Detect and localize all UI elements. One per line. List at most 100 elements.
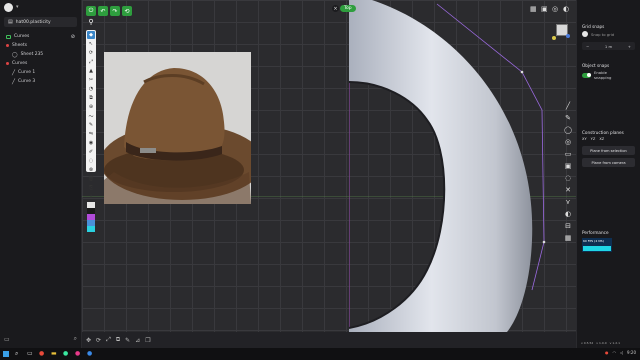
select-tool-icon[interactable]: ◆ — [87, 31, 95, 39]
reference-image[interactable] — [104, 52, 251, 204]
control-point[interactable] — [520, 70, 524, 74]
plus-icon[interactable]: + — [628, 44, 631, 49]
explorer-icon[interactable]: ▬ — [51, 351, 57, 357]
construction-planes-title: Construction planes — [582, 130, 624, 135]
outliner-sidebar: ▾ ▤ hat00.plasticity Curves ⊘ Sheets ◯ S… — [0, 0, 82, 348]
file-icon: ▤ — [8, 19, 13, 25]
file-tab[interactable]: ▤ hat00.plasticity — [4, 17, 77, 27]
hide-tool-icon[interactable]: ◌ — [87, 157, 95, 165]
rotate-tool-icon[interactable]: ⟳ — [87, 49, 95, 57]
minus-icon[interactable]: − — [586, 44, 589, 49]
tree-item-curves-root[interactable]: Curves ⊘ — [0, 32, 81, 41]
file-name: hat00.plasticity — [15, 19, 51, 25]
grid-tool-icon[interactable]: ▦ — [562, 232, 574, 244]
grid-snaps-title: Grid snaps — [582, 24, 605, 29]
3d-viewport[interactable]: ⏻ ↶ ↷ ⟲ ⚲ ◆ ↖ ⟳ ⤢ ▲ ✂ ◔ ⧉ ⊕ 〜 ✎ ⇋ ◉ ✐ ◌ ⊗ 🗑 ⎘ ⇪ × Top ▦ ▣ … — [82, 0, 576, 332]
pin-icon[interactable]: ⚲ — [86, 17, 96, 27]
pen-icon[interactable]: ✎ — [125, 337, 130, 344]
app-icon[interactable]: ● — [75, 351, 81, 357]
line-tool-icon[interactable]: ╱ — [562, 100, 574, 112]
enable-snapping-row[interactable]: Enable snapping — [577, 68, 640, 82]
snap-to-grid-row[interactable]: Snap to grid — [577, 29, 640, 39]
hide-icon[interactable]: ⊘ — [71, 34, 75, 40]
bool-tool-icon[interactable]: ⊕ — [87, 103, 95, 111]
color-swatch[interactable] — [87, 226, 95, 232]
edit-tool-icon[interactable]: ✎ — [87, 121, 95, 129]
close-view-icon[interactable]: × — [332, 5, 339, 12]
scale-icon[interactable]: ⤢ — [106, 336, 111, 344]
plane-xz-button[interactable]: XZ — [599, 137, 604, 141]
plane-from-selection-button[interactable]: Plane from selection — [582, 146, 635, 155]
search-icon[interactable]: ⌕ — [74, 335, 77, 343]
chevron-down-icon[interactable]: ▾ — [16, 4, 19, 10]
pen-tool-icon[interactable]: ✎ — [562, 112, 574, 124]
history-icon[interactable]: ⟲ — [122, 6, 132, 16]
spiral-tool-icon[interactable]: ◌ — [562, 172, 574, 184]
wifi-icon[interactable]: ◠ — [612, 350, 616, 355]
enable-snapping-toggle[interactable] — [582, 72, 591, 78]
render-mode-icon[interactable]: ◐ — [563, 6, 570, 13]
app-icon[interactable]: ● — [87, 351, 93, 357]
circle-2-tool-icon[interactable]: ◎ — [562, 136, 574, 148]
viewport-icons: ▦ ▣ ◎ ◐ — [530, 6, 570, 13]
rect-tool-icon[interactable]: ▭ — [562, 148, 574, 160]
split-tool-icon[interactable]: ⊟ — [562, 220, 574, 232]
scale-tool-icon[interactable]: ⤢ — [87, 58, 95, 66]
clip-tool-icon[interactable]: ⎘ — [87, 184, 95, 192]
folder-open-icon[interactable]: ▭ — [4, 336, 10, 343]
control-point[interactable] — [542, 240, 546, 244]
clock-time[interactable]: 9:20 — [627, 350, 636, 355]
tree-item-sheet[interactable]: ◯ Sheet 235 — [0, 50, 81, 59]
move-icon[interactable]: ✥ — [86, 337, 91, 344]
plane-from-camera-button[interactable]: Plane from camera — [582, 158, 635, 167]
rect-2-tool-icon[interactable]: ▣ — [562, 160, 574, 172]
clone-icon[interactable]: ❐ — [145, 337, 150, 344]
redo-icon[interactable]: ↷ — [110, 6, 120, 16]
tree-item-sheets[interactable]: Sheets — [0, 41, 81, 50]
cut-tool-icon[interactable]: ✂ — [87, 76, 95, 84]
record-icon[interactable]: ● — [605, 350, 609, 355]
ortho-icon[interactable]: ▣ — [541, 6, 548, 13]
camera-icon[interactable]: ◎ — [552, 6, 559, 13]
half-circle-tool-icon[interactable]: ◐ — [562, 208, 574, 220]
tree-item-label: Sheets — [12, 43, 27, 48]
fillet-tool-icon[interactable]: ◔ — [87, 85, 95, 93]
tree-item-curve-1[interactable]: ╱ Curve 1 — [0, 68, 81, 77]
export-tool-icon[interactable]: ⇪ — [87, 193, 95, 201]
plane-yz-button[interactable]: YZ — [591, 137, 596, 141]
app-icon[interactable]: ● — [63, 351, 69, 357]
lock-tool-icon[interactable]: ⊗ — [87, 166, 95, 174]
mirror-tool-icon[interactable]: ⇋ — [87, 130, 95, 138]
circle-tool-icon[interactable]: ◯ — [562, 124, 574, 136]
offset-tool-icon[interactable]: ⧉ — [87, 94, 95, 102]
move-tool-icon[interactable]: ↖ — [87, 40, 95, 48]
view-label[interactable]: Top — [340, 5, 356, 12]
ruler-icon[interactable]: ⊿ — [135, 337, 140, 344]
tool-palette: ◆ ↖ ⟳ ⤢ ▲ ✂ ◔ ⧉ ⊕ 〜 ✎ ⇋ ◉ ✐ ◌ ⊗ 🗑 ⎘ ⇪ — [86, 30, 96, 232]
taskview-icon[interactable]: ▭ — [27, 351, 33, 357]
extrude-tool-icon[interactable]: ▲ — [87, 67, 95, 75]
snap-to-grid-toggle[interactable] — [582, 31, 588, 37]
cross-tool-icon[interactable]: ✕ — [562, 184, 574, 196]
version-label: v 1.0.0 — [596, 341, 607, 345]
branch-tool-icon[interactable]: ⋎ — [562, 196, 574, 208]
trash-tool-icon[interactable]: 🗑 — [87, 175, 95, 183]
browser-icon[interactable]: ● — [39, 351, 45, 357]
camera-tool-icon[interactable]: ◉ — [87, 139, 95, 147]
start-icon[interactable] — [3, 351, 9, 357]
tree-item-curves[interactable]: Curves — [0, 59, 81, 68]
copy-icon[interactable]: ⧉ — [116, 336, 120, 344]
tree-item-curve-3[interactable]: ╱ Curve 3 — [0, 77, 81, 86]
axis-z-dot — [566, 34, 570, 38]
grid-view-icon[interactable]: ▦ — [530, 6, 537, 13]
volume-icon[interactable]: ◁ — [620, 350, 623, 355]
power-icon[interactable]: ⏻ — [86, 6, 96, 16]
rotate-icon[interactable]: ⟳ — [96, 337, 101, 344]
curve-tool-icon[interactable]: 〜 — [87, 112, 95, 120]
app-logo-icon[interactable] — [4, 2, 13, 12]
sketch-tool-icon[interactable]: ✐ — [87, 148, 95, 156]
grid-size-stepper[interactable]: − 1 m + — [582, 42, 635, 50]
undo-icon[interactable]: ↶ — [98, 6, 108, 16]
search-icon[interactable]: ⌕ — [15, 351, 21, 357]
plane-xy-button[interactable]: XY — [582, 137, 587, 141]
